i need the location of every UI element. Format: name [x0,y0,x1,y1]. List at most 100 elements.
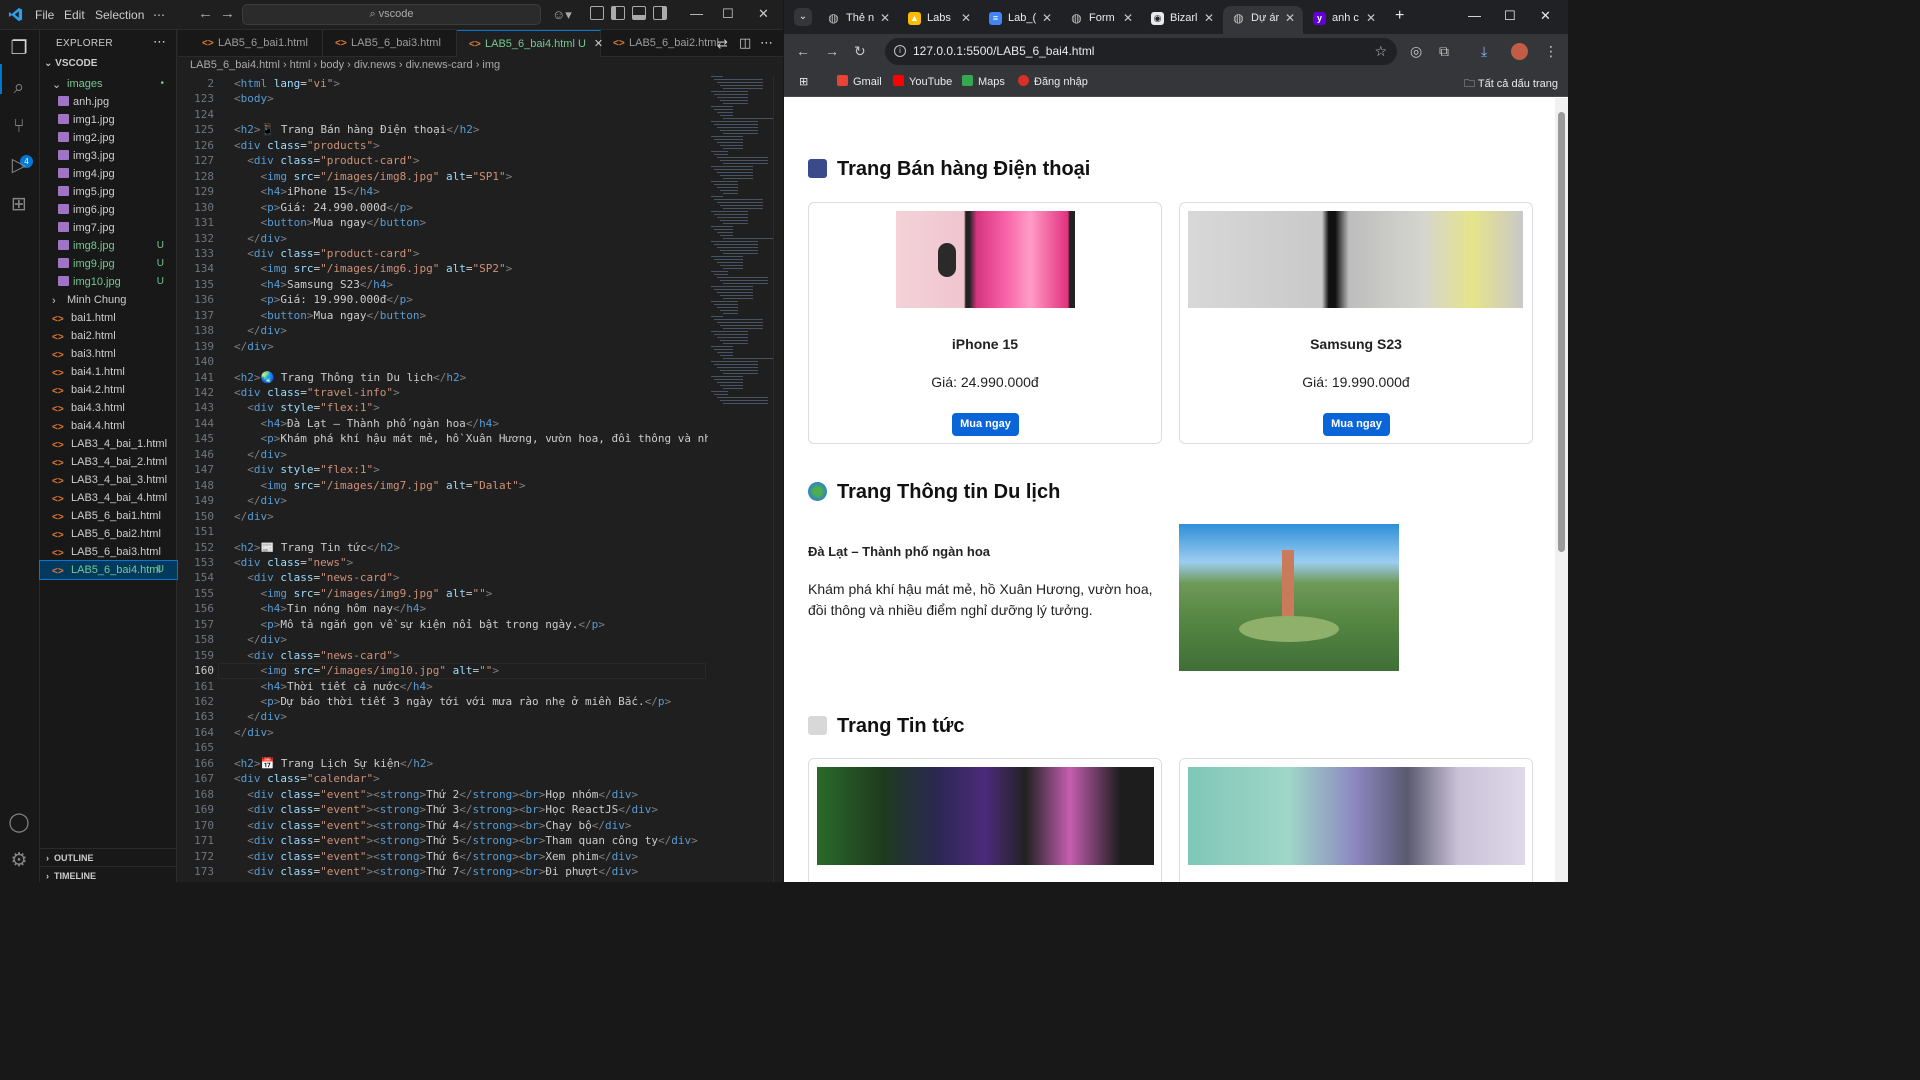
bookmark-gmail[interactable]: Gmail [837,75,882,88]
explorer-item[interactable]: img8.jpg U [40,237,177,255]
explorer-item[interactable]: › Minh Chung [40,291,177,309]
gear-icon[interactable]: ⚙ [8,850,30,872]
command-center-search[interactable]: ⌕ vscode [242,4,541,25]
profile-avatar[interactable] [1511,43,1528,60]
explorer-item[interactable]: <> LAB5_6_bai3.html [40,543,177,561]
apps-grid-icon[interactable]: ⊞ [799,75,808,88]
explorer-item[interactable]: <> LAB5_6_bai4.html U [39,560,178,580]
address-bar[interactable]: i 127.0.0.1:5500/LAB5_6_bai4.html ☆ [885,38,1397,65]
tab-close-icon[interactable]: ✕ [1204,6,1214,30]
compare-changes-icon[interactable]: ⇄ [717,36,728,52]
explorer-item[interactable]: <> bai3.html [40,345,177,363]
menu-selection[interactable]: Selection [95,8,144,22]
explorer-icon[interactable]: ❐ [8,38,30,60]
more-actions-icon[interactable]: ⋯ [153,34,166,50]
split-editor-icon[interactable]: ◫ [739,35,751,51]
explorer-item[interactable]: img2.jpg [40,129,177,147]
explorer-item[interactable]: img9.jpg U [40,255,177,273]
browser-tab[interactable]: ≡ Lab_(✕ [980,6,1060,34]
browser-tab[interactable]: ◍ Form ✕ [1061,6,1141,34]
bookmark-login[interactable]: Đăng nhập [1018,75,1088,88]
explorer-item[interactable]: <> LAB3_4_bai_2.html [40,453,177,471]
tab-lab5-6-bai1[interactable]: <> LAB5_6_bai1.html [190,30,323,57]
toggle-panel-icon[interactable] [632,6,646,20]
back-icon[interactable]: ← [796,43,810,59]
run-debug-icon[interactable]: ▷ [8,155,30,177]
minimap[interactable] [709,76,773,406]
chrome-maximize-icon[interactable]: ☐ [1504,8,1516,24]
explorer-item[interactable]: <> bai4.3.html [40,399,177,417]
bookmark-maps[interactable]: Maps [962,75,1005,88]
tab-search-icon[interactable]: ⌄ [794,8,812,26]
tab-close-icon[interactable]: ✕ [880,6,890,30]
buy-now-button[interactable]: Mua ngay [952,413,1019,436]
download-icon[interactable]: ⤓ [1481,43,1487,60]
extensions-icon[interactable]: ⊞ [8,194,30,216]
code-editor[interactable]: 2 <html lang="vi"> 123 <body> 124 125 <h2>📱 Tr… [178,76,708,882]
workspace-root[interactable]: ⌄ VSCODE [44,58,97,69]
explorer-item[interactable]: <> LAB5_6_bai2.html [40,525,177,543]
explorer-item[interactable]: img1.jpg [40,111,177,129]
maximize-icon[interactable]: ☐ [722,6,734,22]
tab-close-icon[interactable]: ✕ [1366,6,1376,30]
explorer-item[interactable]: img3.jpg [40,147,177,165]
tab-lab5-6-bai2[interactable]: <> LAB5_6_bai2.html [601,30,719,57]
tab-close-icon[interactable]: ✕ [961,6,971,30]
browser-tab[interactable]: ◍ Thẻ n ✕ [818,6,898,34]
reload-icon[interactable]: ↻ [854,43,866,60]
toggle-sidebar-icon[interactable] [611,6,625,20]
explorer-item[interactable]: img5.jpg [40,183,177,201]
outline-section[interactable]: › OUTLINE [40,848,177,866]
chrome-menu-icon[interactable]: ⋮ [1544,43,1558,60]
all-bookmarks[interactable]: 🗀 Tất cả dấu trang [1464,75,1558,94]
explorer-item[interactable]: img10.jpg U [40,273,177,291]
explorer-item[interactable]: ⌄ images • [40,75,177,93]
timeline-section[interactable]: › TIMELINE [40,866,177,884]
account-icon[interactable]: ◯ [8,812,30,834]
new-tab-icon[interactable]: + [1395,7,1404,25]
explorer-item[interactable]: <> bai2.html [40,327,177,345]
editor-scrollbar[interactable] [773,76,783,882]
toggle-secondary-sidebar-icon[interactable] [653,6,667,20]
back-arrow-icon[interactable]: ← [198,5,213,22]
explorer-item[interactable]: img7.jpg [40,219,177,237]
copilot-icon[interactable]: ☺▾ [552,7,572,23]
search-icon[interactable]: ⌕ [8,77,30,99]
tab-close-icon[interactable]: ✕ [1042,6,1052,30]
tab-lab5-6-bai3[interactable]: <> LAB5_6_bai3.html [323,30,457,57]
explorer-item[interactable]: img6.jpg [40,201,177,219]
performance-icon[interactable]: ◎ [1410,43,1422,60]
menu-file[interactable]: File [35,8,54,22]
forward-arrow-icon[interactable]: → [220,5,235,22]
page-scroll-thumb[interactable] [1558,112,1565,552]
browser-tab[interactable]: ▲ Labs ✕ [899,6,979,34]
breadcrumb[interactable]: LAB5_6_bai4.html › html › body › div.new… [190,59,500,71]
browser-tab[interactable]: ◍ Dự ár ✕ [1223,6,1303,34]
explorer-item[interactable]: <> bai4.4.html [40,417,177,435]
close-icon[interactable]: ✕ [758,6,769,22]
chrome-minimize-icon[interactable]: — [1468,8,1481,23]
explorer-item[interactable]: <> LAB3_4_bai_1.html [40,435,177,453]
minimize-icon[interactable]: — [690,6,703,21]
buy-now-button[interactable]: Mua ngay [1323,413,1390,436]
tab-close-icon[interactable]: ✕ [1285,6,1295,30]
tab-lab5-6-bai4[interactable]: <> LAB5_6_bai4.html U ✕ [457,30,603,57]
explorer-item[interactable]: <> bai1.html [40,309,177,327]
bookmark-youtube[interactable]: YouTube [893,75,952,88]
explorer-item[interactable]: <> LAB5_6_bai1.html [40,507,177,525]
menu-more[interactable]: ⋯ [153,8,165,22]
explorer-item[interactable]: <> LAB3_4_bai_4.html [40,489,177,507]
site-info-icon[interactable]: i [894,45,906,57]
explorer-item[interactable]: anh.jpg [40,93,177,111]
forward-icon[interactable]: → [825,43,839,59]
bookmark-star-icon[interactable]: ☆ [1374,38,1387,65]
explorer-item[interactable]: <> LAB3_4_bai_3.html [40,471,177,489]
source-control-icon[interactable]: ⑂ [8,116,30,138]
extensions-puzzle-icon[interactable]: ⧉ [1439,43,1449,60]
tab-close-icon[interactable]: ✕ [1123,6,1133,30]
chrome-close-icon[interactable]: ✕ [1540,8,1551,24]
browser-tab[interactable]: ◉ Bizarl ✕ [1142,6,1222,34]
page-scrollbar[interactable] [1555,98,1568,882]
menu-edit[interactable]: Edit [64,8,85,22]
explorer-item[interactable]: <> bai4.2.html [40,381,177,399]
